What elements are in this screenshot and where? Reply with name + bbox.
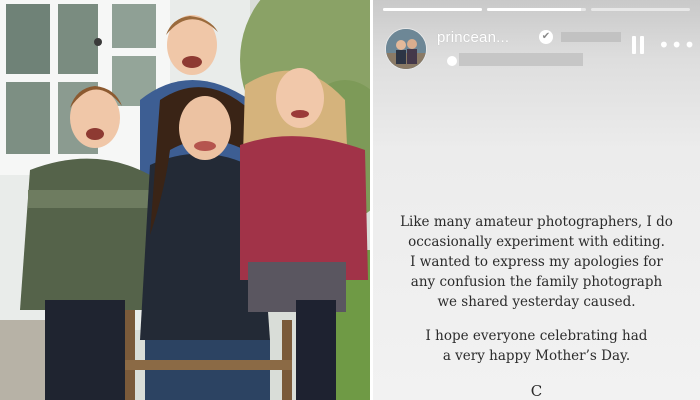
message-line: any confusion the family photograph bbox=[410, 274, 663, 290]
account-username[interactable]: princean... bbox=[437, 29, 509, 46]
story-progress-bar bbox=[383, 8, 690, 11]
story-viewer[interactable]: princean... ✔ ••• Like many amateur phot… bbox=[373, 0, 700, 400]
message-paragraph-1: Like many amateur photographers, I do occ… bbox=[387, 212, 686, 312]
more-options-icon[interactable]: ••• bbox=[658, 35, 695, 55]
story-message: Like many amateur photographers, I do occ… bbox=[387, 212, 686, 366]
redaction-bar bbox=[459, 53, 583, 66]
profile-avatar-icon[interactable] bbox=[385, 28, 427, 70]
family-photo bbox=[0, 0, 370, 400]
progress-fill bbox=[383, 8, 482, 11]
progress-segment bbox=[487, 8, 586, 11]
progress-segment bbox=[591, 8, 690, 11]
story-header: princean... ✔ ••• bbox=[385, 26, 695, 70]
pause-bar bbox=[632, 36, 636, 54]
pause-bar bbox=[640, 36, 644, 54]
message-paragraph-2: I hope everyone celebrating had a very ha… bbox=[387, 326, 686, 366]
message-line: we shared yesterday caused. bbox=[437, 294, 636, 310]
family-photo-illustration bbox=[0, 0, 370, 400]
redaction-bar bbox=[561, 32, 621, 42]
message-line: I hope everyone celebrating had bbox=[425, 328, 648, 344]
signoff-initial: C bbox=[530, 382, 543, 400]
message-line: Like many amateur photographers, I do bbox=[400, 214, 673, 230]
audio-dot-icon bbox=[447, 56, 457, 66]
pause-icon[interactable] bbox=[630, 36, 646, 54]
verified-badge-icon: ✔ bbox=[539, 30, 553, 44]
avatar-image bbox=[386, 29, 426, 69]
message-line: I wanted to express my apologies for bbox=[410, 254, 663, 270]
progress-fill bbox=[487, 8, 582, 11]
message-line: occasionally experiment with editing. bbox=[408, 234, 665, 250]
message-line: a very happy Mother’s Day. bbox=[442, 348, 631, 364]
progress-segment bbox=[383, 8, 482, 11]
